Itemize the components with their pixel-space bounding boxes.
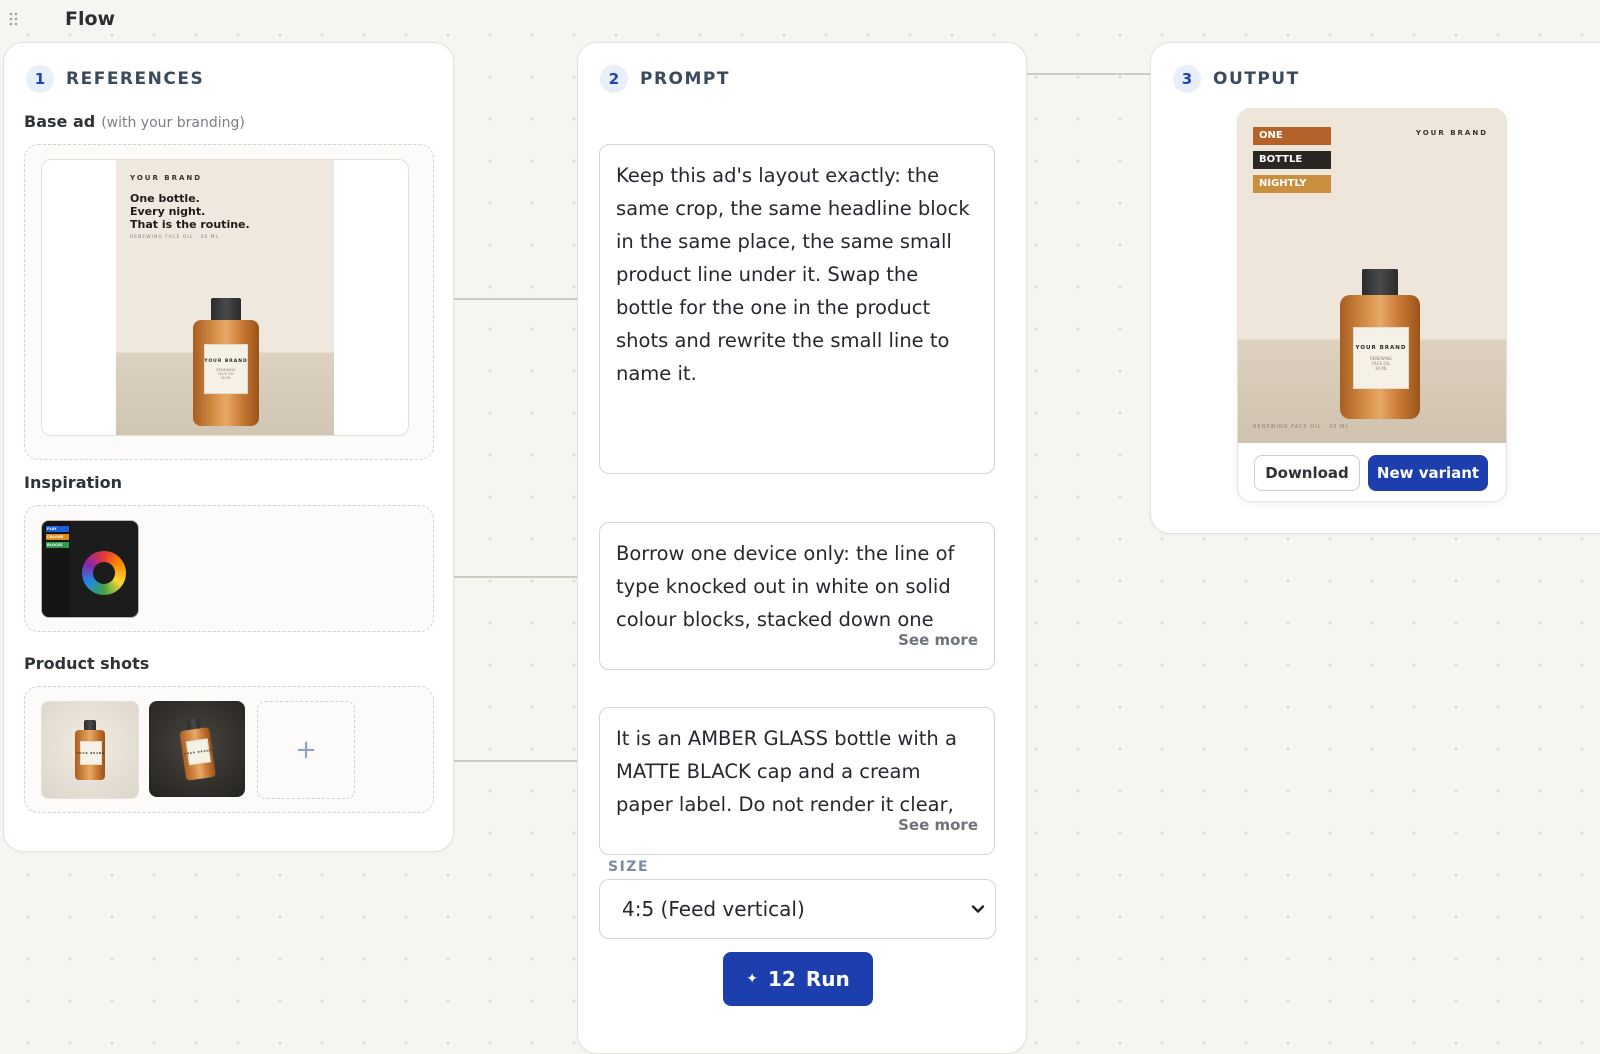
prompt-textarea[interactable]: Borrow one device only: the line of type… — [599, 522, 995, 670]
connector-line — [1025, 73, 1151, 75]
prompt-textarea[interactable]: It is an AMBER GLASS bottle with a MATTE… — [599, 707, 995, 855]
step-number: 3 — [1173, 65, 1201, 93]
connector-line — [453, 576, 577, 578]
bottle-label: YOUR BRAND RENEWING FACE OIL 30 ML — [204, 344, 248, 394]
bottle-image: YOUR BRAND — [75, 720, 105, 780]
base-ad-label: Base ad (with your branding) — [24, 112, 245, 131]
ad-brand: YOUR BRAND — [130, 174, 203, 182]
see-more-link[interactable]: See more — [898, 809, 978, 842]
inspiration-tag: COLOUR — [46, 534, 69, 540]
color-wheel-graphic — [82, 551, 126, 595]
product-shots-dropzone[interactable]: YOUR BRAND YOUR BRAND + — [24, 686, 434, 813]
step-number: 1 — [26, 65, 54, 93]
product-shots-label: Product shots — [24, 654, 150, 673]
output-result: ONE BOTTLE NIGHTLY YOUR BRAND YOUR BRAND… — [1237, 108, 1507, 502]
download-button[interactable]: Download — [1254, 455, 1360, 491]
output-card: 3 OUTPUT ONE BOTTLE NIGHTLY YOUR BRAND Y… — [1150, 42, 1600, 534]
drag-handle-icon[interactable] — [9, 12, 21, 26]
app-title: Flow — [65, 8, 116, 30]
base-ad-image: YOUR BRAND One bottle. Every night. That… — [116, 160, 334, 435]
run-button[interactable]: ✦ 12 Run — [723, 952, 873, 1006]
run-label: Run — [805, 967, 850, 991]
inspiration-tag: PLAY — [46, 526, 69, 532]
step-title: PROMPT — [640, 69, 730, 89]
size-select-value: 4:5 (Feed vertical) — [622, 897, 805, 921]
product-shot-thumbnail[interactable]: YOUR BRAND — [149, 701, 245, 797]
headline-block: BOTTLE — [1253, 151, 1331, 169]
inspiration-tag: BLOCKS — [46, 542, 69, 548]
size-select[interactable]: 4:5 (Feed vertical) — [599, 879, 996, 939]
base-ad-hint: (with your branding) — [101, 115, 245, 131]
bottle-label: YOUR BRAND RENEWING FACE OIL 30 ML — [1353, 327, 1409, 389]
references-card: 1 REFERENCES Base ad (with your branding)… — [3, 42, 454, 852]
inspiration-label: Inspiration — [24, 473, 123, 492]
base-ad-dropzone[interactable]: YOUR BRAND One bottle. Every night. That… — [24, 144, 434, 460]
bottle-image: YOUR BRAND RENEWING FACE OIL 30 ML — [1340, 269, 1420, 419]
output-ad-image[interactable]: ONE BOTTLE NIGHTLY YOUR BRAND YOUR BRAND… — [1238, 109, 1506, 443]
add-product-shot-button[interactable]: + — [257, 701, 355, 799]
size-label: SIZE — [608, 859, 650, 875]
prompt-header: 2 PROMPT — [600, 65, 730, 93]
bottle-image: YOUR BRAND — [178, 717, 217, 781]
product-shot-thumbnail[interactable]: YOUR BRAND — [41, 701, 139, 799]
ad-headline: One bottle. Every night. That is the rou… — [130, 192, 250, 231]
headline-block: NIGHTLY — [1253, 175, 1331, 193]
run-count: 12 — [768, 967, 796, 991]
base-ad-preview[interactable]: YOUR BRAND One bottle. Every night. That… — [41, 159, 409, 436]
step-number: 2 — [600, 65, 628, 93]
see-more-link[interactable]: See more — [898, 624, 978, 657]
ad-brand: YOUR BRAND — [1415, 129, 1488, 137]
ad-subline: RENEWING FACE OIL · 30 ML — [1253, 424, 1350, 430]
prompt-textarea[interactable]: Keep this ad's layout exactly: the same … — [599, 144, 995, 474]
top-bar: Flow — [0, 0, 1600, 38]
references-header: 1 REFERENCES — [26, 65, 204, 93]
prompt-card: 2 PROMPT Keep this ad's layout exactly: … — [577, 42, 1027, 1054]
bottle-image: YOUR BRAND RENEWING FACE OIL 30 ML — [193, 298, 259, 426]
chevron-down-icon — [971, 905, 985, 913]
connector-line — [453, 298, 577, 300]
headline-block: ONE — [1253, 127, 1331, 145]
inspiration-dropzone[interactable]: PLAY COLOUR BLOCKS — [24, 505, 434, 632]
new-variant-button[interactable]: New variant — [1368, 455, 1488, 491]
step-title: REFERENCES — [66, 69, 205, 89]
connector-line — [453, 760, 577, 762]
inspiration-thumbnail[interactable]: PLAY COLOUR BLOCKS — [41, 520, 139, 618]
plus-icon: + — [295, 735, 317, 765]
step-title: OUTPUT — [1213, 69, 1300, 89]
output-header: 3 OUTPUT — [1173, 65, 1300, 93]
sparkle-icon: ✦ — [746, 971, 758, 987]
ad-subline: RENEWING FACE OIL · 30 ML — [130, 235, 220, 240]
